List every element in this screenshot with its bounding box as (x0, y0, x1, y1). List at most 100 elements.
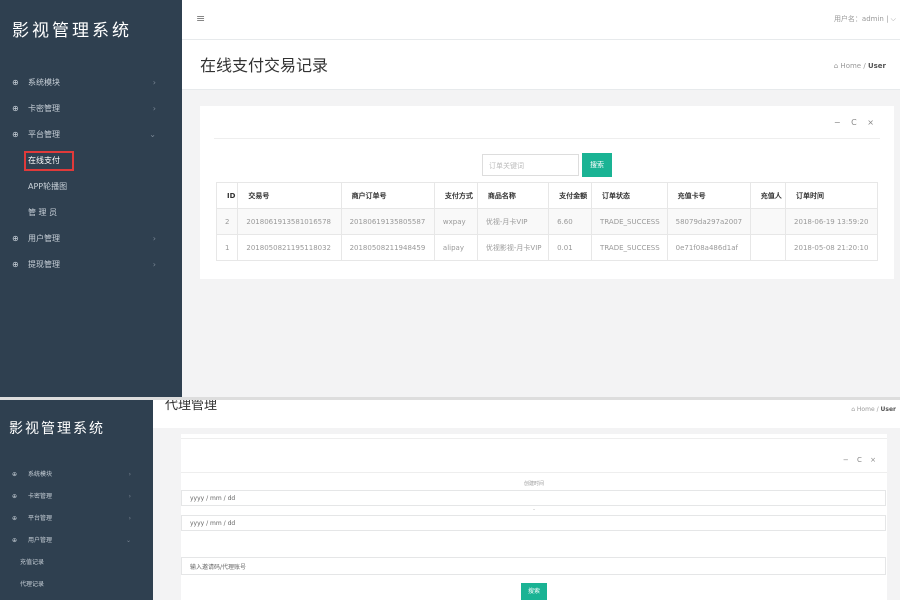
nav-item-users[interactable]: ⊕ 用户管理 ⌄ (0, 530, 153, 552)
nav-item-cards[interactable]: ⊕ 卡密管理 › (0, 486, 153, 508)
chevron-down-icon: ⌄ (125, 537, 131, 544)
nav-item-system[interactable]: ⊕ 系统模块 › (0, 70, 182, 96)
table-cell: 1 (215, 234, 239, 261)
panel-tools[interactable]: − C × (834, 118, 878, 127)
globe-icon: ⊕ (12, 471, 18, 478)
table-header-row: ID 交易号 商户订单号 支付方式 商品名称 支付金额 订单状态 充值卡号 充值… (215, 182, 878, 209)
col-header[interactable]: 商户订单号 (340, 182, 435, 209)
sub-item-label: 充值记录 (20, 559, 45, 566)
user-menu[interactable]: 用户名：admin | ⌵ (834, 14, 896, 24)
sub-item-app-banner[interactable]: APP轮播图 (0, 174, 182, 200)
start-date-input[interactable]: yyyy / mm / dd (181, 490, 886, 506)
globe-icon: ⊕ (12, 130, 19, 139)
time-label: 创建时间 (523, 481, 544, 487)
sub-item-label: 管 理 员 (28, 208, 58, 217)
table-row[interactable]: 2 2018061913581016578 20180619135805587 … (215, 208, 878, 235)
nav-item-platform[interactable]: ⊕ 平台管理 ⌄ (0, 122, 182, 148)
table-cell: 0e71f08a486d1af (666, 234, 751, 261)
nav-item-system[interactable]: ⊕ 系统模块 › (0, 464, 153, 486)
breadcrumb-home[interactable]: ⌂ Home (851, 406, 874, 413)
nav-item-users[interactable]: ⊕ 用户管理 › (0, 226, 182, 252)
nav-label: 系统模块 (28, 78, 60, 87)
page-heading: 在线支付交易记录 ⌂ Home / User (182, 40, 900, 90)
globe-icon: ⊕ (12, 493, 18, 500)
col-header[interactable]: 支付金额 (548, 182, 593, 209)
globe-icon: ⊕ (12, 78, 19, 87)
col-header[interactable]: 商品名称 (476, 182, 550, 209)
sub-item-online-payment[interactable]: 在线支付 (0, 148, 182, 174)
nav-item-platform[interactable]: ⊕ 平台管理 › (0, 508, 153, 530)
page-heading: 代理管理 ⌂ Home / User (153, 400, 900, 428)
sub-item-admins[interactable]: 管 理 员 (0, 200, 182, 226)
page-title: 在线支付交易记录 (200, 56, 329, 75)
table-cell: 20180619135805587 (340, 208, 435, 235)
table-cell (749, 208, 787, 235)
table-row[interactable]: 1 2018050821195118032 20180508211948459 … (215, 234, 878, 261)
sidebar: 影视管理系统 ⊕ 系统模块 › ⊕ 卡密管理 › ⊕ 平台管理 › ⊕ 用户管理 ⌄ 充值记录 … (0, 400, 153, 600)
col-header[interactable]: 充值人 (749, 182, 787, 209)
col-header[interactable]: 订单时间 (785, 182, 878, 209)
sub-item-label: APP轮播图 (28, 182, 68, 191)
nav-label: 卡密管理 (28, 104, 60, 113)
sub-item-agent-records[interactable]: 代理记录 (0, 574, 153, 596)
divider (181, 438, 887, 439)
chevron-right-icon: › (152, 234, 156, 243)
table-cell: 优视影视-月卡VIP (476, 234, 550, 261)
filter-panel: − C × 创建时间 yyyy / mm / dd - yyyy / mm / … (181, 434, 887, 600)
nav-label: 平台管理 (28, 515, 53, 522)
chevron-right-icon: › (152, 78, 156, 87)
sub-item-label: 代理记录 (20, 581, 45, 588)
nav-label: 用户管理 (28, 234, 60, 243)
divider (214, 138, 880, 139)
divider (181, 472, 887, 473)
sidebar: 影视管理系统 ⊕ 系统模块 › ⊕ 卡密管理 › ⊕ 平台管理 ⌄ 在线支付 APP轮播图 … (0, 0, 182, 397)
table-cell: 2018-05-08 21:20:10 (785, 234, 878, 261)
breadcrumb-current: User (867, 62, 886, 70)
nav-item-cards[interactable]: ⊕ 卡密管理 › (0, 96, 182, 122)
top-bar: ≡ 用户名：admin | ⌵ (182, 0, 900, 40)
breadcrumb-current: User (880, 406, 896, 413)
end-date-input[interactable]: yyyy / mm / dd (181, 515, 886, 531)
search-input[interactable]: 订单关键词 (482, 154, 579, 176)
breadcrumb-home[interactable]: ⌂ Home (834, 62, 861, 70)
nav-label: 系统模块 (28, 471, 53, 478)
sub-item-recharge-records[interactable]: 充值记录 (0, 552, 153, 574)
invite-code-input[interactable]: 输入邀请码/代理账号 (181, 557, 886, 575)
content-area: − C × 创建时间 yyyy / mm / dd - yyyy / mm / … (153, 428, 900, 600)
table-cell: 58079da297a2007 (666, 208, 751, 235)
page-title: 代理管理 (165, 398, 218, 413)
menu-icon[interactable]: ≡ (196, 12, 205, 25)
search-button[interactable]: 搜索 (582, 153, 612, 177)
chevron-right-icon: › (128, 515, 131, 522)
globe-icon: ⊕ (12, 234, 19, 243)
chevron-right-icon: › (128, 493, 131, 500)
table-cell: alipay (433, 234, 478, 261)
table-cell: wxpay (433, 208, 478, 235)
chevron-down-icon: ⌄ (149, 130, 156, 139)
breadcrumb: ⌂ Home / User (834, 62, 886, 70)
chevron-right-icon: › (128, 471, 131, 478)
records-panel: − C × 订单关键词 搜索 ID 交易号 商户订单号 支付方式 商品名称 支付… (200, 106, 894, 279)
col-header[interactable]: 充值卡号 (666, 182, 751, 209)
breadcrumb: ⌂ Home / User (851, 406, 896, 413)
nav-item-withdraw[interactable]: ⊕ 提现管理 › (0, 252, 182, 278)
table-cell: 6.60 (548, 208, 593, 235)
col-header[interactable]: ID (215, 182, 239, 209)
table-cell: 0.01 (548, 234, 593, 261)
table-cell (749, 234, 787, 261)
chevron-right-icon: › (152, 104, 156, 113)
date-range-dash: - (533, 507, 535, 513)
agent-management-screenshot: 影视管理系统 ⊕ 系统模块 › ⊕ 卡密管理 › ⊕ 平台管理 › ⊕ 用户管理 ⌄ 充值记录 … (0, 397, 900, 600)
globe-icon: ⊕ (12, 537, 18, 544)
panel-tools[interactable]: − C × (843, 456, 879, 464)
col-header[interactable]: 交易号 (237, 182, 342, 209)
nav-label: 平台管理 (28, 130, 60, 139)
table-cell: 2018-06-19 13:59:20 (785, 208, 878, 235)
col-header[interactable]: 订单状态 (591, 182, 668, 209)
nav-label: 提现管理 (28, 260, 60, 269)
search-button[interactable]: 搜索 (521, 583, 547, 600)
table-cell: 20180508211948459 (340, 234, 435, 261)
table-cell: TRADE_SUCCESS (591, 208, 668, 235)
col-header[interactable]: 支付方式 (433, 182, 478, 209)
records-table: ID 交易号 商户订单号 支付方式 商品名称 支付金额 订单状态 充值卡号 充值… (215, 182, 878, 261)
